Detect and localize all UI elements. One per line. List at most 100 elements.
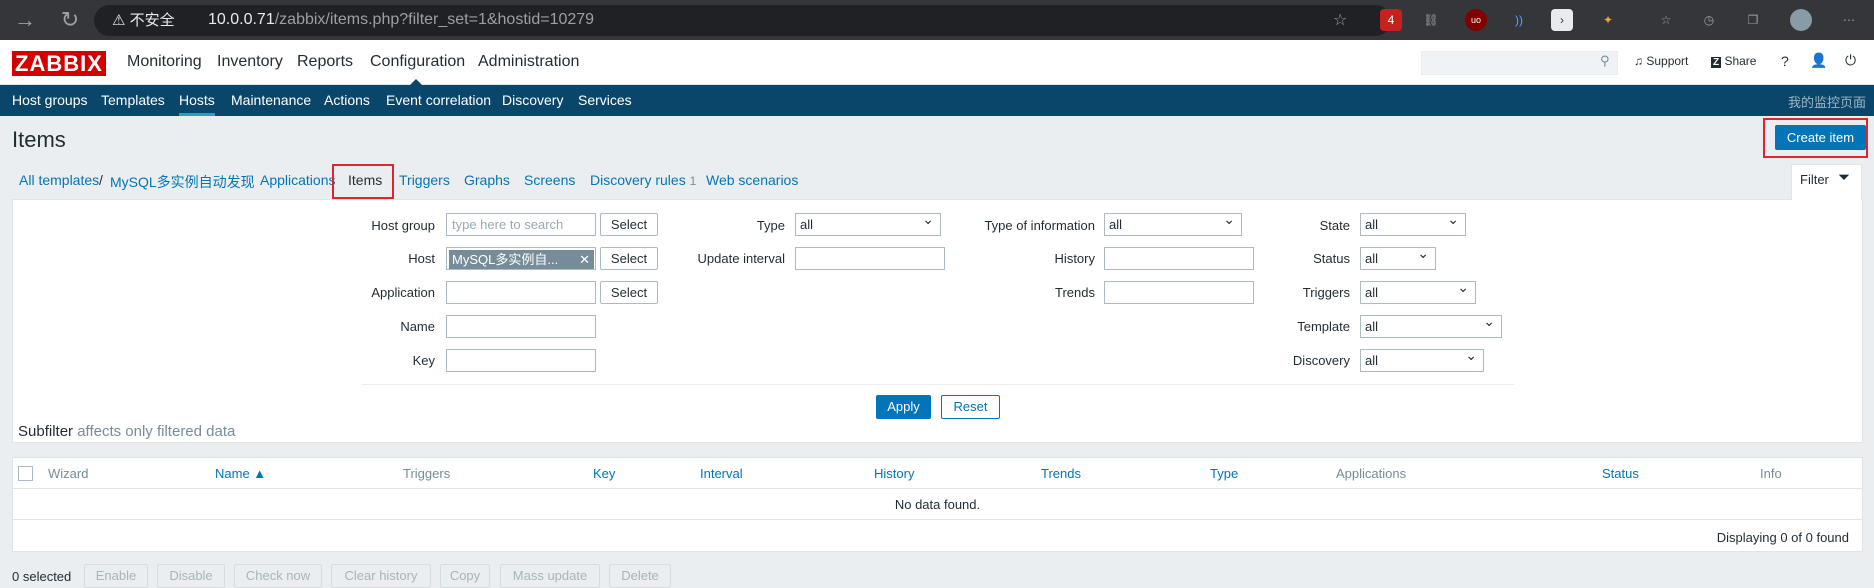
extension-link-icon[interactable]: ⛓ [1420, 9, 1442, 31]
subnav-hosts[interactable]: Hosts [179, 92, 215, 116]
column-name[interactable]: Name ▲ [215, 466, 266, 481]
state-select[interactable]: all [1360, 211, 1466, 236]
share-link[interactable]: Z Share [1711, 54, 1756, 68]
extension-wave-icon[interactable]: )) [1508, 9, 1530, 31]
history-input[interactable] [1104, 247, 1254, 270]
displaying-count: Displaying 0 of 0 found [1716, 530, 1849, 545]
disable-button[interactable]: Disable [157, 564, 225, 588]
column-interval[interactable]: Interval [700, 466, 743, 481]
security-warning[interactable]: ⚠ 不安全 [112, 9, 175, 30]
delete-button[interactable]: Delete [609, 564, 671, 588]
more-icon[interactable]: ⋯ [1838, 9, 1860, 31]
tab-applications[interactable]: Applications [260, 172, 336, 188]
mass-update-button[interactable]: Mass update [500, 564, 600, 588]
key-label: Key [412, 353, 435, 368]
extension-badge: 4 [1387, 13, 1395, 27]
tab-graphs[interactable]: Graphs [464, 172, 510, 188]
help-icon[interactable]: ? [1781, 53, 1789, 69]
host-group-input[interactable]: type here to search [446, 213, 596, 236]
subnav-services[interactable]: Services [578, 92, 632, 108]
highlight-box-create [1763, 118, 1868, 158]
reload-icon[interactable]: ↻ [55, 0, 85, 40]
application-input[interactable] [446, 281, 596, 304]
subnav-maintenance[interactable]: Maintenance [231, 92, 311, 108]
template-label: Template [1297, 319, 1350, 334]
forward-icon[interactable]: → [10, 0, 40, 40]
type-of-information-label: Type of information [984, 218, 1095, 233]
discovery-select[interactable]: all [1360, 347, 1484, 372]
favorite-add-icon[interactable]: ☆ [1333, 10, 1347, 30]
menu-reports[interactable]: Reports [297, 53, 353, 71]
tab-triggers[interactable]: Triggers [399, 172, 450, 188]
state-label: State [1319, 218, 1350, 233]
select-all-checkbox[interactable] [18, 466, 33, 481]
sign-out-icon[interactable]: ⏻ [1845, 52, 1856, 69]
tab-discovery-rules[interactable]: Discovery rules 1 [590, 172, 696, 188]
update-interval-input[interactable] [795, 247, 945, 270]
global-search-input[interactable] [1421, 51, 1618, 75]
subnav-event-correlation[interactable]: Event correlation [386, 92, 491, 108]
application-select-button[interactable]: Select [600, 281, 658, 304]
collections-icon[interactable]: ❐ [1742, 9, 1764, 31]
tab-web-scenarios[interactable]: Web scenarios [706, 172, 798, 188]
menu-configuration[interactable]: Configuration [370, 53, 465, 85]
type-select[interactable]: all [795, 211, 941, 236]
subnav-host-groups[interactable]: Host groups [12, 92, 87, 108]
support-link[interactable]: ♫ Support [1634, 54, 1688, 68]
profile-avatar[interactable] [1790, 9, 1812, 31]
reset-button[interactable]: Reset [941, 395, 1000, 419]
status-select[interactable]: all [1360, 245, 1436, 270]
extension-arrow-icon[interactable]: › [1551, 9, 1573, 31]
menu-monitoring[interactable]: Monitoring [127, 53, 202, 71]
history-icon[interactable]: ◷ [1698, 9, 1720, 31]
subnav-actions[interactable]: Actions [324, 92, 370, 108]
share-icon: Z [1711, 57, 1722, 68]
column-history[interactable]: History [874, 466, 914, 481]
column-type[interactable]: Type [1210, 466, 1238, 481]
host-select-button[interactable]: Select [600, 247, 658, 270]
host-group-select-button[interactable]: Select [600, 213, 658, 236]
key-input[interactable] [446, 349, 596, 372]
zabbix-logo[interactable]: ZABBIX [12, 51, 106, 76]
extension-red-icon[interactable]: 4 [1380, 9, 1402, 31]
subnav-templates[interactable]: Templates [101, 92, 165, 108]
triggers-label: Triggers [1302, 285, 1350, 300]
apply-button[interactable]: Apply [876, 395, 931, 419]
type-of-information-select[interactable]: all [1104, 211, 1242, 236]
column-wizard: Wizard [48, 466, 89, 481]
column-status[interactable]: Status [1602, 466, 1639, 481]
user-profile-icon[interactable]: 👤 [1810, 52, 1827, 69]
security-label: 不安全 [129, 12, 175, 29]
breadcrumb-host[interactable]: MySQL多实例自动发现 [110, 172, 255, 192]
extension-puzzle-icon[interactable]: ✦ [1597, 9, 1619, 31]
column-key[interactable]: Key [593, 466, 615, 481]
discovery-count: 1 [689, 174, 697, 188]
monitor-page-link[interactable]: 我的监控页面 [1788, 92, 1866, 111]
column-info: Info [1760, 466, 1782, 481]
remove-chip-icon[interactable]: ✕ [579, 250, 590, 269]
enable-button[interactable]: Enable [84, 564, 148, 588]
share-label: Share [1724, 54, 1757, 68]
host-label: Host [408, 251, 435, 266]
column-trends[interactable]: Trends [1041, 466, 1081, 481]
favorites-icon[interactable]: ☆ [1655, 9, 1677, 31]
filter-funnel-icon: ⏷ [1838, 169, 1851, 186]
url-text[interactable]: 10.0.0.71/zabbix/items.php?filter_set=1&… [208, 11, 594, 29]
tab-screens[interactable]: Screens [524, 172, 575, 188]
headset-icon: ♫ [1634, 54, 1643, 68]
ublock-icon[interactable]: uo [1465, 9, 1487, 31]
subfilter-note: affects only filtered data [77, 423, 236, 440]
copy-button[interactable]: Copy [440, 564, 490, 588]
clear-history-button[interactable]: Clear history [331, 564, 431, 588]
subnav-discovery[interactable]: Discovery [502, 92, 563, 108]
trends-input[interactable] [1104, 281, 1254, 304]
menu-inventory[interactable]: Inventory [217, 53, 283, 71]
check-now-button[interactable]: Check now [234, 564, 322, 588]
history-label: History [1054, 251, 1095, 266]
menu-administration[interactable]: Administration [478, 53, 579, 71]
breadcrumb-all-templates[interactable]: All templates [19, 172, 99, 188]
name-input[interactable] [446, 315, 596, 338]
search-icon[interactable]: ⚲ [1600, 53, 1610, 69]
triggers-select[interactable]: all [1360, 279, 1476, 304]
template-select[interactable]: all [1360, 313, 1502, 338]
